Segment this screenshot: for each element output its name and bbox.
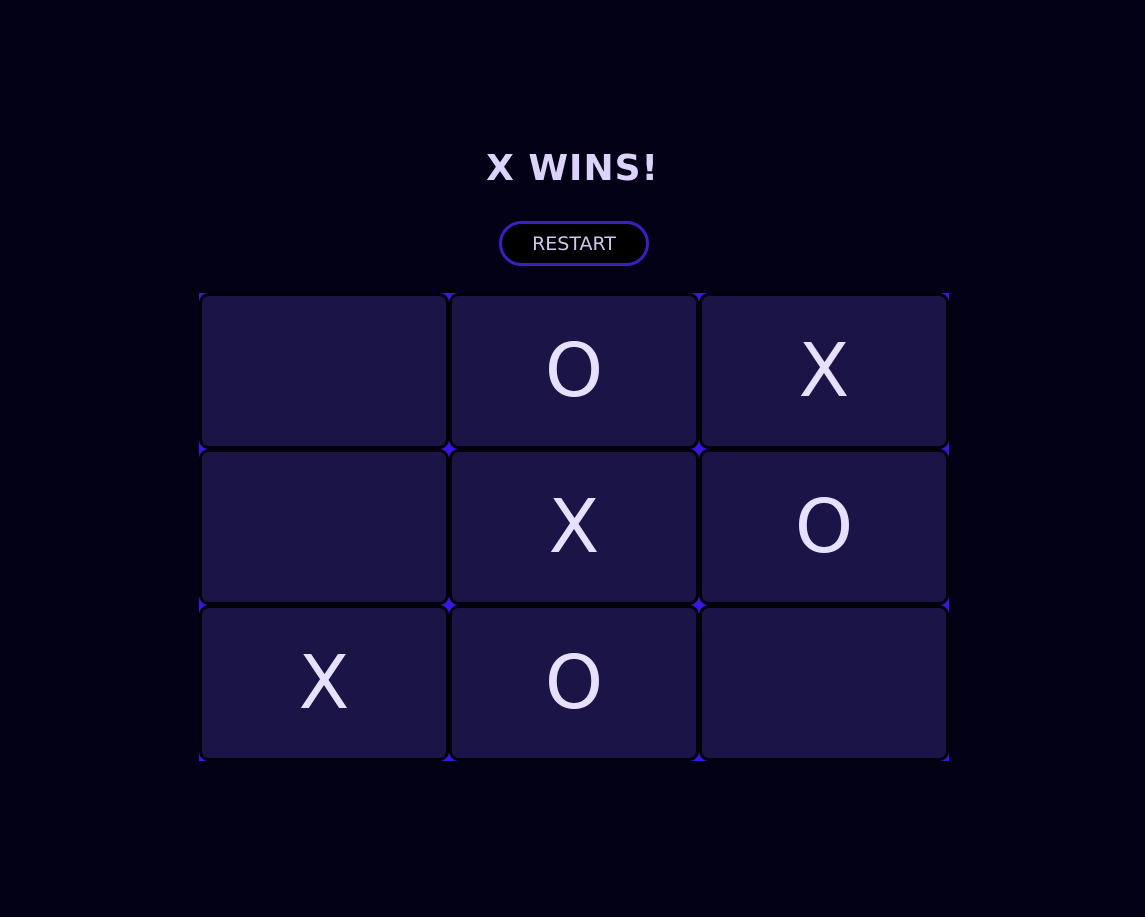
board-cell-8[interactable]: O [449, 605, 699, 761]
board-cell-2[interactable]: O [449, 293, 699, 449]
game-status-message: X WINS! [486, 148, 659, 189]
game-board: O X X O X O [199, 293, 949, 761]
board-grid: O X X O X O [199, 293, 949, 761]
board-cell-4[interactable] [199, 449, 449, 605]
board-cell-1[interactable] [199, 293, 449, 449]
board-cell-6[interactable]: O [699, 449, 949, 605]
board-cell-5[interactable]: X [449, 449, 699, 605]
restart-button[interactable]: RESTART [499, 221, 649, 266]
board-cell-7[interactable]: X [199, 605, 449, 761]
board-cell-3[interactable]: X [699, 293, 949, 449]
board-cell-9[interactable] [699, 605, 949, 761]
